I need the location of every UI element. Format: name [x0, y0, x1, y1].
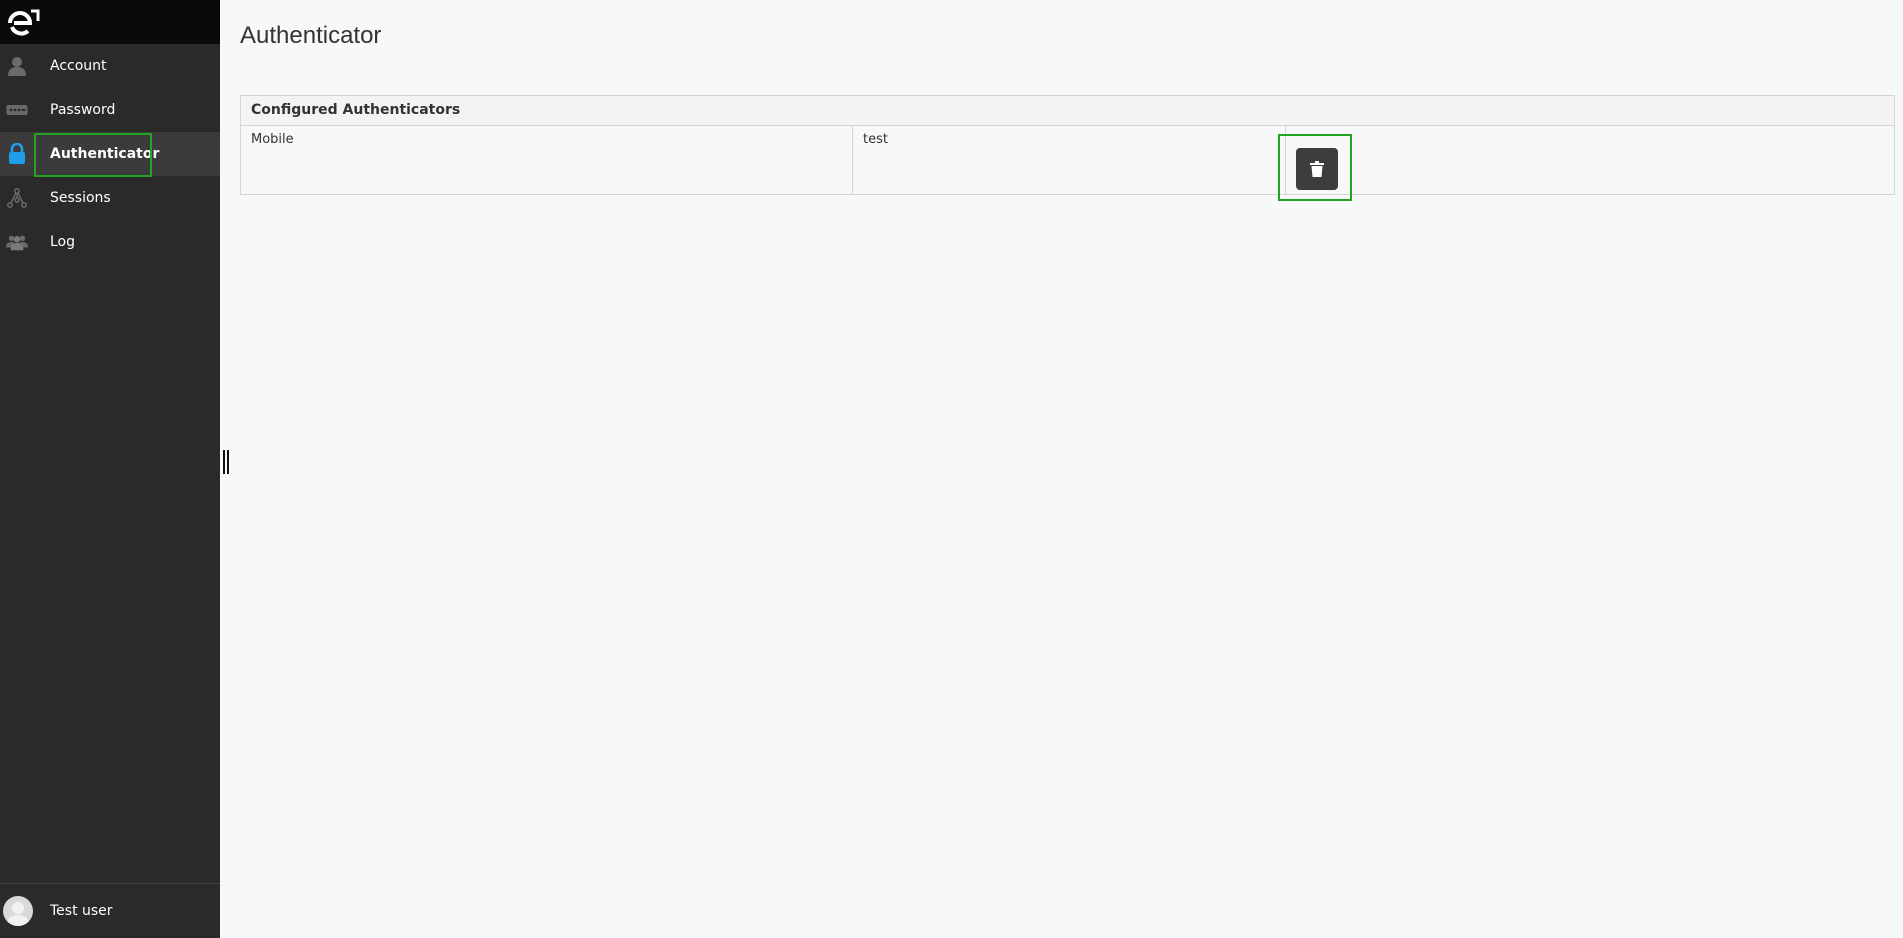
- sidebar-item-label: Log: [50, 234, 76, 250]
- highlight-outline: [34, 133, 152, 177]
- authenticator-action-cell: [1286, 126, 1894, 194]
- page-title: Authenticator: [240, 22, 382, 49]
- delete-authenticator-button[interactable]: [1296, 148, 1338, 190]
- authenticators-table: Configured Authenticators Mobile test: [240, 95, 1895, 195]
- sidebar-item-label: Password: [50, 102, 116, 118]
- sidebar-item-account[interactable]: Account: [0, 44, 220, 88]
- user-name: Test user: [50, 903, 113, 919]
- sidebar-item-sessions[interactable]: Sessions: [0, 176, 220, 220]
- sidebar-item-password[interactable]: Password: [0, 88, 220, 132]
- app-root: Account Password Authenticator Sessions …: [0, 0, 1903, 938]
- sidebar-item-authenticator[interactable]: Authenticator: [0, 132, 220, 177]
- user-footer[interactable]: Test user: [0, 883, 220, 938]
- sidebar-item-label: Account: [50, 58, 107, 74]
- table-header: Configured Authenticators: [241, 96, 1894, 126]
- authenticator-name-cell: test: [853, 126, 1286, 194]
- sidebar-item-label: Sessions: [50, 190, 111, 206]
- authenticator-type-cell: Mobile: [241, 126, 853, 194]
- brand-logo[interactable]: [0, 0, 220, 44]
- password-icon: [6, 99, 28, 121]
- trash-icon: [1310, 161, 1324, 177]
- users-icon: [6, 231, 28, 253]
- avatar: [3, 896, 33, 926]
- network-icon: [6, 187, 28, 209]
- lock-icon: [6, 143, 28, 165]
- logo-icon: [8, 9, 40, 36]
- table-row: Mobile test: [241, 126, 1894, 194]
- sidebar-item-log[interactable]: Log: [0, 220, 220, 264]
- sidebar-nav: Account Password Authenticator Sessions …: [0, 44, 220, 264]
- user-icon: [6, 55, 28, 77]
- main-content: Authenticator Configured Authenticators …: [220, 0, 1903, 938]
- sidebar: Account Password Authenticator Sessions …: [0, 0, 220, 938]
